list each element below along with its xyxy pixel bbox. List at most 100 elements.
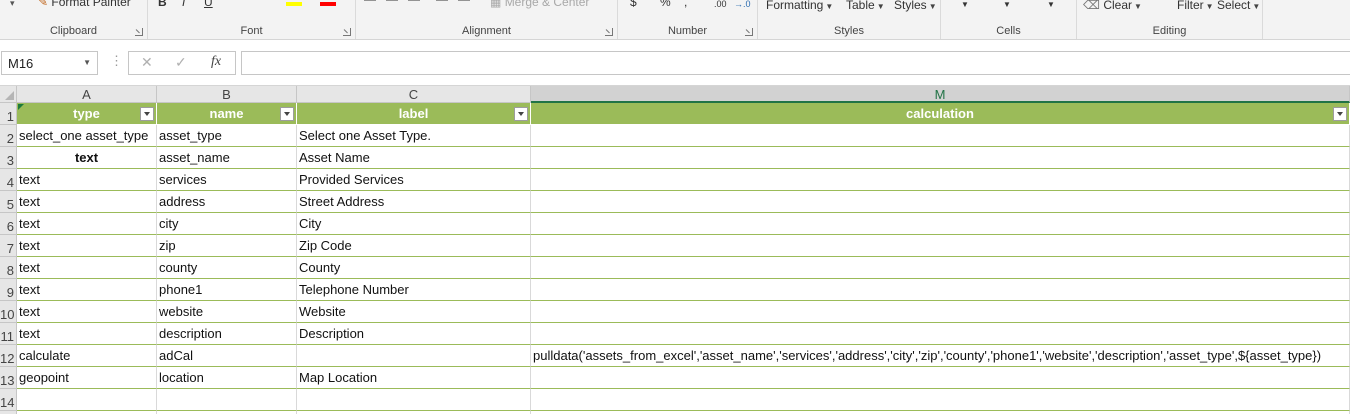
more-options-icon[interactable]: ⋮: [110, 53, 123, 69]
table-cell[interactable]: geopoint: [17, 367, 157, 389]
table-cell[interactable]: [531, 301, 1350, 323]
row-header[interactable]: 11: [0, 323, 17, 345]
filter-dropdown-icon[interactable]: [140, 107, 154, 121]
italic-button[interactable]: I: [182, 0, 185, 9]
table-cell[interactable]: Asset Name: [297, 147, 531, 169]
table-cell[interactable]: text: [17, 279, 157, 301]
row-header[interactable]: 9: [0, 279, 17, 301]
formula-input[interactable]: [241, 51, 1350, 75]
table-cell[interactable]: [531, 389, 1350, 411]
table-cell[interactable]: [531, 125, 1350, 147]
table-cell[interactable]: [17, 389, 157, 411]
row-header[interactable]: 10: [0, 301, 17, 323]
increase-decimal-button[interactable]: .00: [714, 0, 727, 9]
table-cell[interactable]: asset_name: [157, 147, 297, 169]
table-cell[interactable]: [531, 257, 1350, 279]
column-header-b[interactable]: B: [157, 86, 297, 103]
table-cell[interactable]: text: [17, 147, 157, 169]
row-header[interactable]: 8: [0, 257, 17, 279]
table-header-cell[interactable]: label: [297, 103, 531, 125]
clipboard-dialog-launcher-icon[interactable]: [135, 28, 143, 36]
cell-styles-button[interactable]: Styles ▼: [894, 0, 937, 12]
table-cell[interactable]: zip: [157, 235, 297, 257]
row-header[interactable]: 1: [0, 103, 17, 125]
clear-button[interactable]: ⌫ Clear ▼: [1083, 0, 1142, 12]
table-cell[interactable]: City: [297, 213, 531, 235]
insert-dropdown-chevron-icon[interactable]: ▼: [961, 0, 969, 9]
table-cell[interactable]: [531, 213, 1350, 235]
table-cell[interactable]: description: [157, 323, 297, 345]
decrease-decimal-button[interactable]: →.0: [734, 0, 751, 9]
row-header[interactable]: 4: [0, 169, 17, 191]
row-header[interactable]: 2: [0, 125, 17, 147]
row-header[interactable]: 7: [0, 235, 17, 257]
table-cell[interactable]: location: [157, 367, 297, 389]
table-cell[interactable]: [531, 191, 1350, 213]
number-dialog-launcher-icon[interactable]: [745, 28, 753, 36]
table-cell[interactable]: Map Location: [297, 367, 531, 389]
format-painter-button[interactable]: ✎ Format Painter: [38, 0, 131, 9]
delete-dropdown-chevron-icon[interactable]: ▼: [1003, 0, 1011, 9]
find-select-button[interactable]: Select ▼: [1217, 0, 1260, 12]
table-cell[interactable]: calculate: [17, 345, 157, 367]
sort-filter-button[interactable]: Filter ▼: [1177, 0, 1214, 12]
bold-button[interactable]: B: [158, 0, 167, 9]
format-as-table-button[interactable]: Table ▼: [846, 0, 885, 12]
table-cell[interactable]: city: [157, 213, 297, 235]
filter-dropdown-icon[interactable]: [514, 107, 528, 121]
font-dialog-launcher-icon[interactable]: [343, 28, 351, 36]
table-cell[interactable]: [531, 323, 1350, 345]
table-cell[interactable]: Provided Services: [297, 169, 531, 191]
increase-indent-icon[interactable]: —: [458, 0, 470, 6]
table-cell[interactable]: website: [157, 301, 297, 323]
table-header-cell[interactable]: calculation: [531, 103, 1350, 125]
table-cell[interactable]: pulldata('assets_from_excel','asset_name…: [531, 345, 1350, 367]
column-header-c[interactable]: C: [297, 86, 531, 103]
table-cell[interactable]: [297, 389, 531, 411]
column-header-m[interactable]: M: [531, 86, 1350, 103]
align-center-icon[interactable]: —: [386, 0, 398, 6]
row-header[interactable]: 12: [0, 345, 17, 367]
conditional-formatting-button[interactable]: Formatting ▼: [766, 0, 833, 12]
row-header[interactable]: 3: [0, 147, 17, 169]
paste-options-chevron-icon[interactable]: ▾: [10, 0, 15, 9]
table-cell[interactable]: text: [17, 235, 157, 257]
decrease-indent-icon[interactable]: —: [436, 0, 448, 6]
table-cell[interactable]: phone1: [157, 279, 297, 301]
table-cell[interactable]: text: [17, 257, 157, 279]
table-cell[interactable]: [531, 235, 1350, 257]
row-header[interactable]: 5: [0, 191, 17, 213]
table-header-cell[interactable]: type: [17, 103, 157, 125]
filter-dropdown-icon[interactable]: [280, 107, 294, 121]
highlight-color-button[interactable]: [286, 2, 302, 6]
table-cell[interactable]: Zip Code: [297, 235, 531, 257]
table-cell[interactable]: Select one Asset Type.: [297, 125, 531, 147]
chevron-down-icon[interactable]: ▼: [83, 58, 91, 67]
table-cell[interactable]: services: [157, 169, 297, 191]
comma-button[interactable]: ,: [684, 0, 687, 9]
table-cell[interactable]: Description: [297, 323, 531, 345]
table-cell[interactable]: text: [17, 301, 157, 323]
select-all-button[interactable]: [0, 86, 17, 103]
align-left-icon[interactable]: —: [364, 0, 376, 6]
table-cell[interactable]: text: [17, 213, 157, 235]
percent-button[interactable]: %: [660, 0, 671, 9]
table-cell[interactable]: [297, 345, 531, 367]
table-cell[interactable]: [531, 279, 1350, 301]
enter-icon[interactable]: ✓: [175, 54, 187, 71]
merge-center-button[interactable]: ▦ Merge & Center: [490, 0, 589, 9]
table-cell[interactable]: Telephone Number: [297, 279, 531, 301]
table-cell[interactable]: asset_type: [157, 125, 297, 147]
underline-button[interactable]: U: [204, 0, 213, 9]
table-cell[interactable]: county: [157, 257, 297, 279]
table-cell[interactable]: text: [17, 323, 157, 345]
font-color-button[interactable]: [320, 2, 336, 6]
format-dropdown-chevron-icon[interactable]: ▼: [1047, 0, 1055, 9]
table-header-cell[interactable]: name: [157, 103, 297, 125]
table-cell[interactable]: [531, 169, 1350, 191]
cancel-icon[interactable]: ✕: [141, 54, 153, 71]
table-cell[interactable]: adCal: [157, 345, 297, 367]
table-cell[interactable]: text: [17, 191, 157, 213]
table-cell[interactable]: [157, 389, 297, 411]
table-cell[interactable]: select_one asset_type: [17, 125, 157, 147]
